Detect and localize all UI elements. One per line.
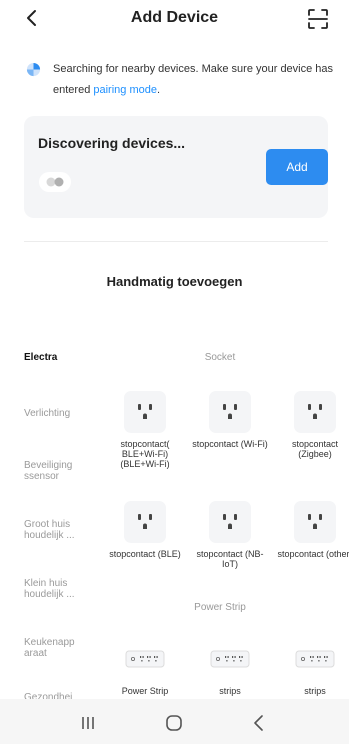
category-item-groot-huishoudelijk[interactable]: Groot huis houdelijk ... [24, 519, 88, 541]
socket-icon [294, 501, 336, 543]
device-label: stopcontact (NB-IoT) [196, 549, 264, 569]
device-stopcontact-other[interactable]: stopcontact (other) [275, 501, 349, 559]
device-label: stopcontact( BLE+Wi-Fi) (BLE+Wi-Fi) [120, 439, 170, 469]
discovering-card: Discovering devices... Add [24, 116, 328, 218]
notice-text: Searching for nearby devices. Make sure … [53, 59, 343, 101]
notice-suffix: . [156, 84, 161, 96]
device-stopcontact-zigbee[interactable]: stopcontact (Zigbee) [275, 391, 349, 459]
divider [24, 241, 328, 242]
device-stopcontact-ble[interactable]: stopcontact (BLE) [105, 501, 185, 559]
loading-spinner-icon [26, 62, 41, 77]
device-label: Power Strip [121, 686, 169, 696]
add-button[interactable]: Add [266, 149, 328, 185]
device-label: strips [219, 686, 241, 696]
power-strip-icon [209, 638, 251, 680]
power-strip-icon [124, 638, 166, 680]
socket-icon [124, 391, 166, 433]
scan-icon[interactable] [307, 8, 329, 30]
section-title-socket: Socket [204, 352, 236, 363]
category-item-beveiliging[interactable]: Beveiliging ssensor [24, 460, 88, 482]
socket-icon [209, 501, 251, 543]
section-title-power-strip: Power Strip [194, 602, 246, 613]
socket-icon [124, 501, 166, 543]
device-stopcontact-nb-iot[interactable]: stopcontact (NB-IoT) [190, 501, 270, 569]
device-label: stopcontact (BLE) [109, 549, 181, 559]
power-strip-icon [294, 638, 336, 680]
category-item-electra[interactable]: Electra [24, 352, 96, 363]
device-stopcontact-wifi[interactable]: stopcontact (Wi-Fi) [190, 391, 270, 449]
recent-apps-icon[interactable] [76, 711, 100, 735]
device-power-strip[interactable]: Power Strip [105, 638, 185, 696]
page-title: Add Device [130, 9, 219, 26]
manual-add-title: Handmatig toevoegen [106, 274, 243, 289]
device-label: stopcontact (other) [277, 549, 349, 559]
device-label: strips [304, 686, 326, 696]
socket-icon [294, 391, 336, 433]
discovering-title: Discovering devices... [38, 135, 186, 151]
device-strips[interactable]: strips [190, 638, 270, 696]
category-item-klein-huishoudelijk[interactable]: Klein huis houdelijk ... [24, 578, 88, 600]
device-label: stopcontact (Zigbee) [291, 439, 339, 459]
category-item-keukenapparaat[interactable]: Keukenapp araat [24, 637, 88, 659]
home-icon[interactable] [162, 711, 186, 735]
system-nav-bar [0, 699, 349, 744]
device-stopcontact-ble-wifi[interactable]: stopcontact( BLE+Wi-Fi) (BLE+Wi-Fi) [105, 391, 185, 469]
socket-icon [209, 391, 251, 433]
device-label: stopcontact (Wi-Fi) [192, 439, 268, 449]
pairing-mode-link[interactable]: pairing mode [93, 84, 157, 96]
top-bar: Add Device [0, 0, 349, 38]
category-item-verlichting[interactable]: Verlichting [24, 408, 96, 419]
loading-dots-icon [39, 172, 71, 192]
back-nav-icon[interactable] [247, 711, 271, 735]
device-strips-2[interactable]: strips [275, 638, 349, 696]
